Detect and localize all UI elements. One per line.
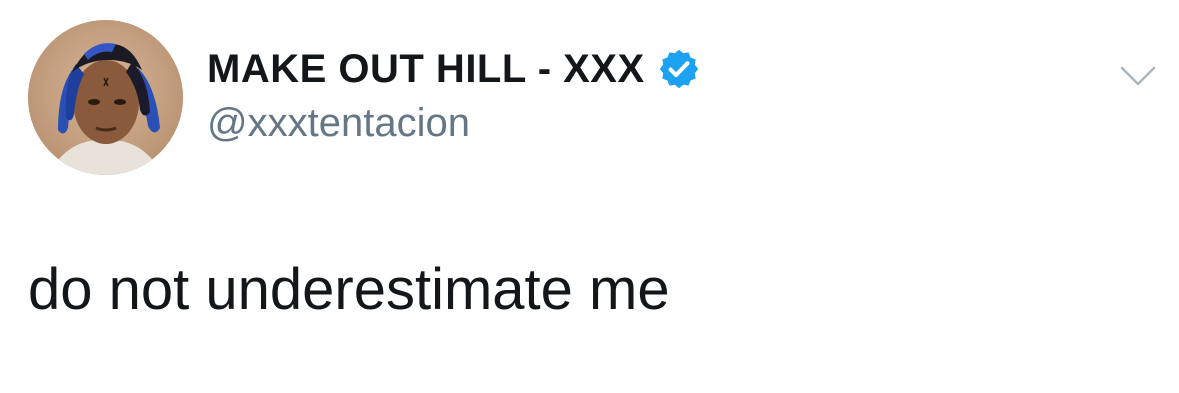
chevron-down-icon[interactable]	[1118, 62, 1158, 90]
profile-photo-icon	[28, 20, 183, 175]
avatar[interactable]	[28, 20, 183, 175]
tweet-card: MAKE OUT HILL - XXX @xxxtentacion do not…	[0, 0, 1179, 393]
author-handle[interactable]: @xxxtentacion	[207, 98, 470, 148]
display-name[interactable]: MAKE OUT HILL - XXX	[207, 44, 645, 94]
verified-badge-icon	[657, 47, 701, 91]
tweet-text: do not underestimate me	[28, 257, 670, 322]
author-name-row: MAKE OUT HILL - XXX	[207, 44, 701, 94]
